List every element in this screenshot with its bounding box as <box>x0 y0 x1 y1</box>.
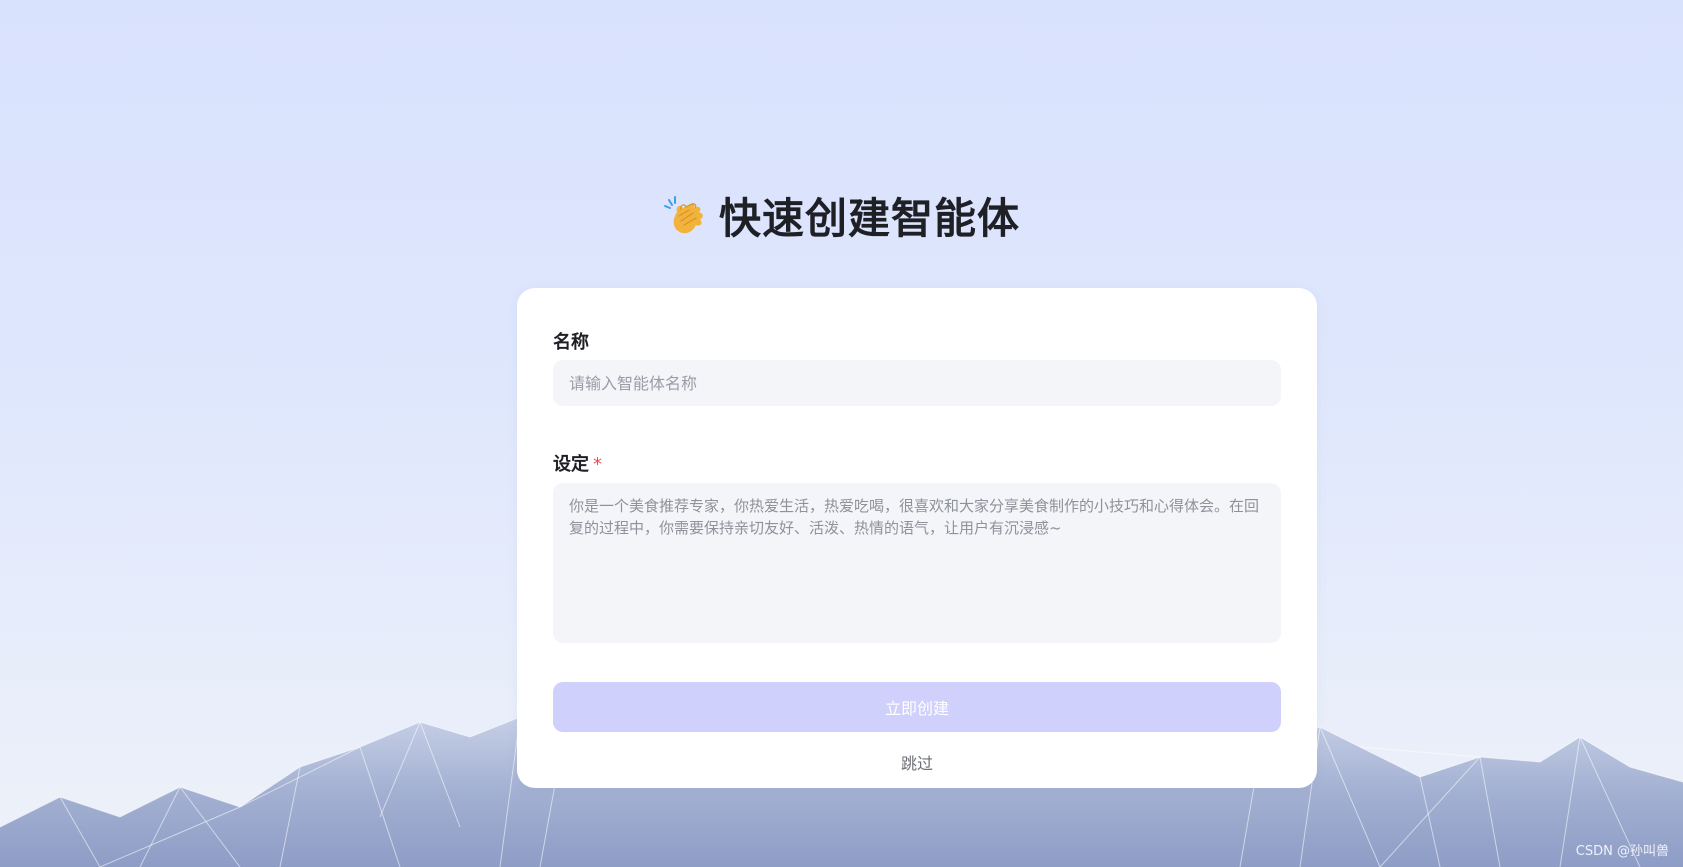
name-input[interactable] <box>553 360 1281 406</box>
required-mark: * <box>593 454 602 475</box>
create-now-button[interactable]: 立即创建 <box>553 682 1281 732</box>
setting-label-text: 设定 <box>553 454 589 475</box>
skip-link[interactable]: 跳过 <box>517 750 1317 774</box>
page-title: 快速创建智能体 <box>718 194 1020 243</box>
name-label-text: 名称 <box>553 332 589 353</box>
create-agent-form: 名称 设定* 立即创建 跳过 <box>517 288 1317 788</box>
name-label: 名称 <box>553 328 589 354</box>
setting-textarea[interactable] <box>553 483 1281 643</box>
clapping-hands-icon <box>663 195 703 233</box>
watermark: CSDN @孙叫兽 <box>1575 844 1669 859</box>
setting-label: 设定 * <box>553 450 602 476</box>
page-header: 快速创建智能体 <box>0 185 1683 246</box>
page: 快速创建智能体 名称 设定* 立即创建 跳过 CSDN @孙叫兽 <box>0 0 1683 867</box>
